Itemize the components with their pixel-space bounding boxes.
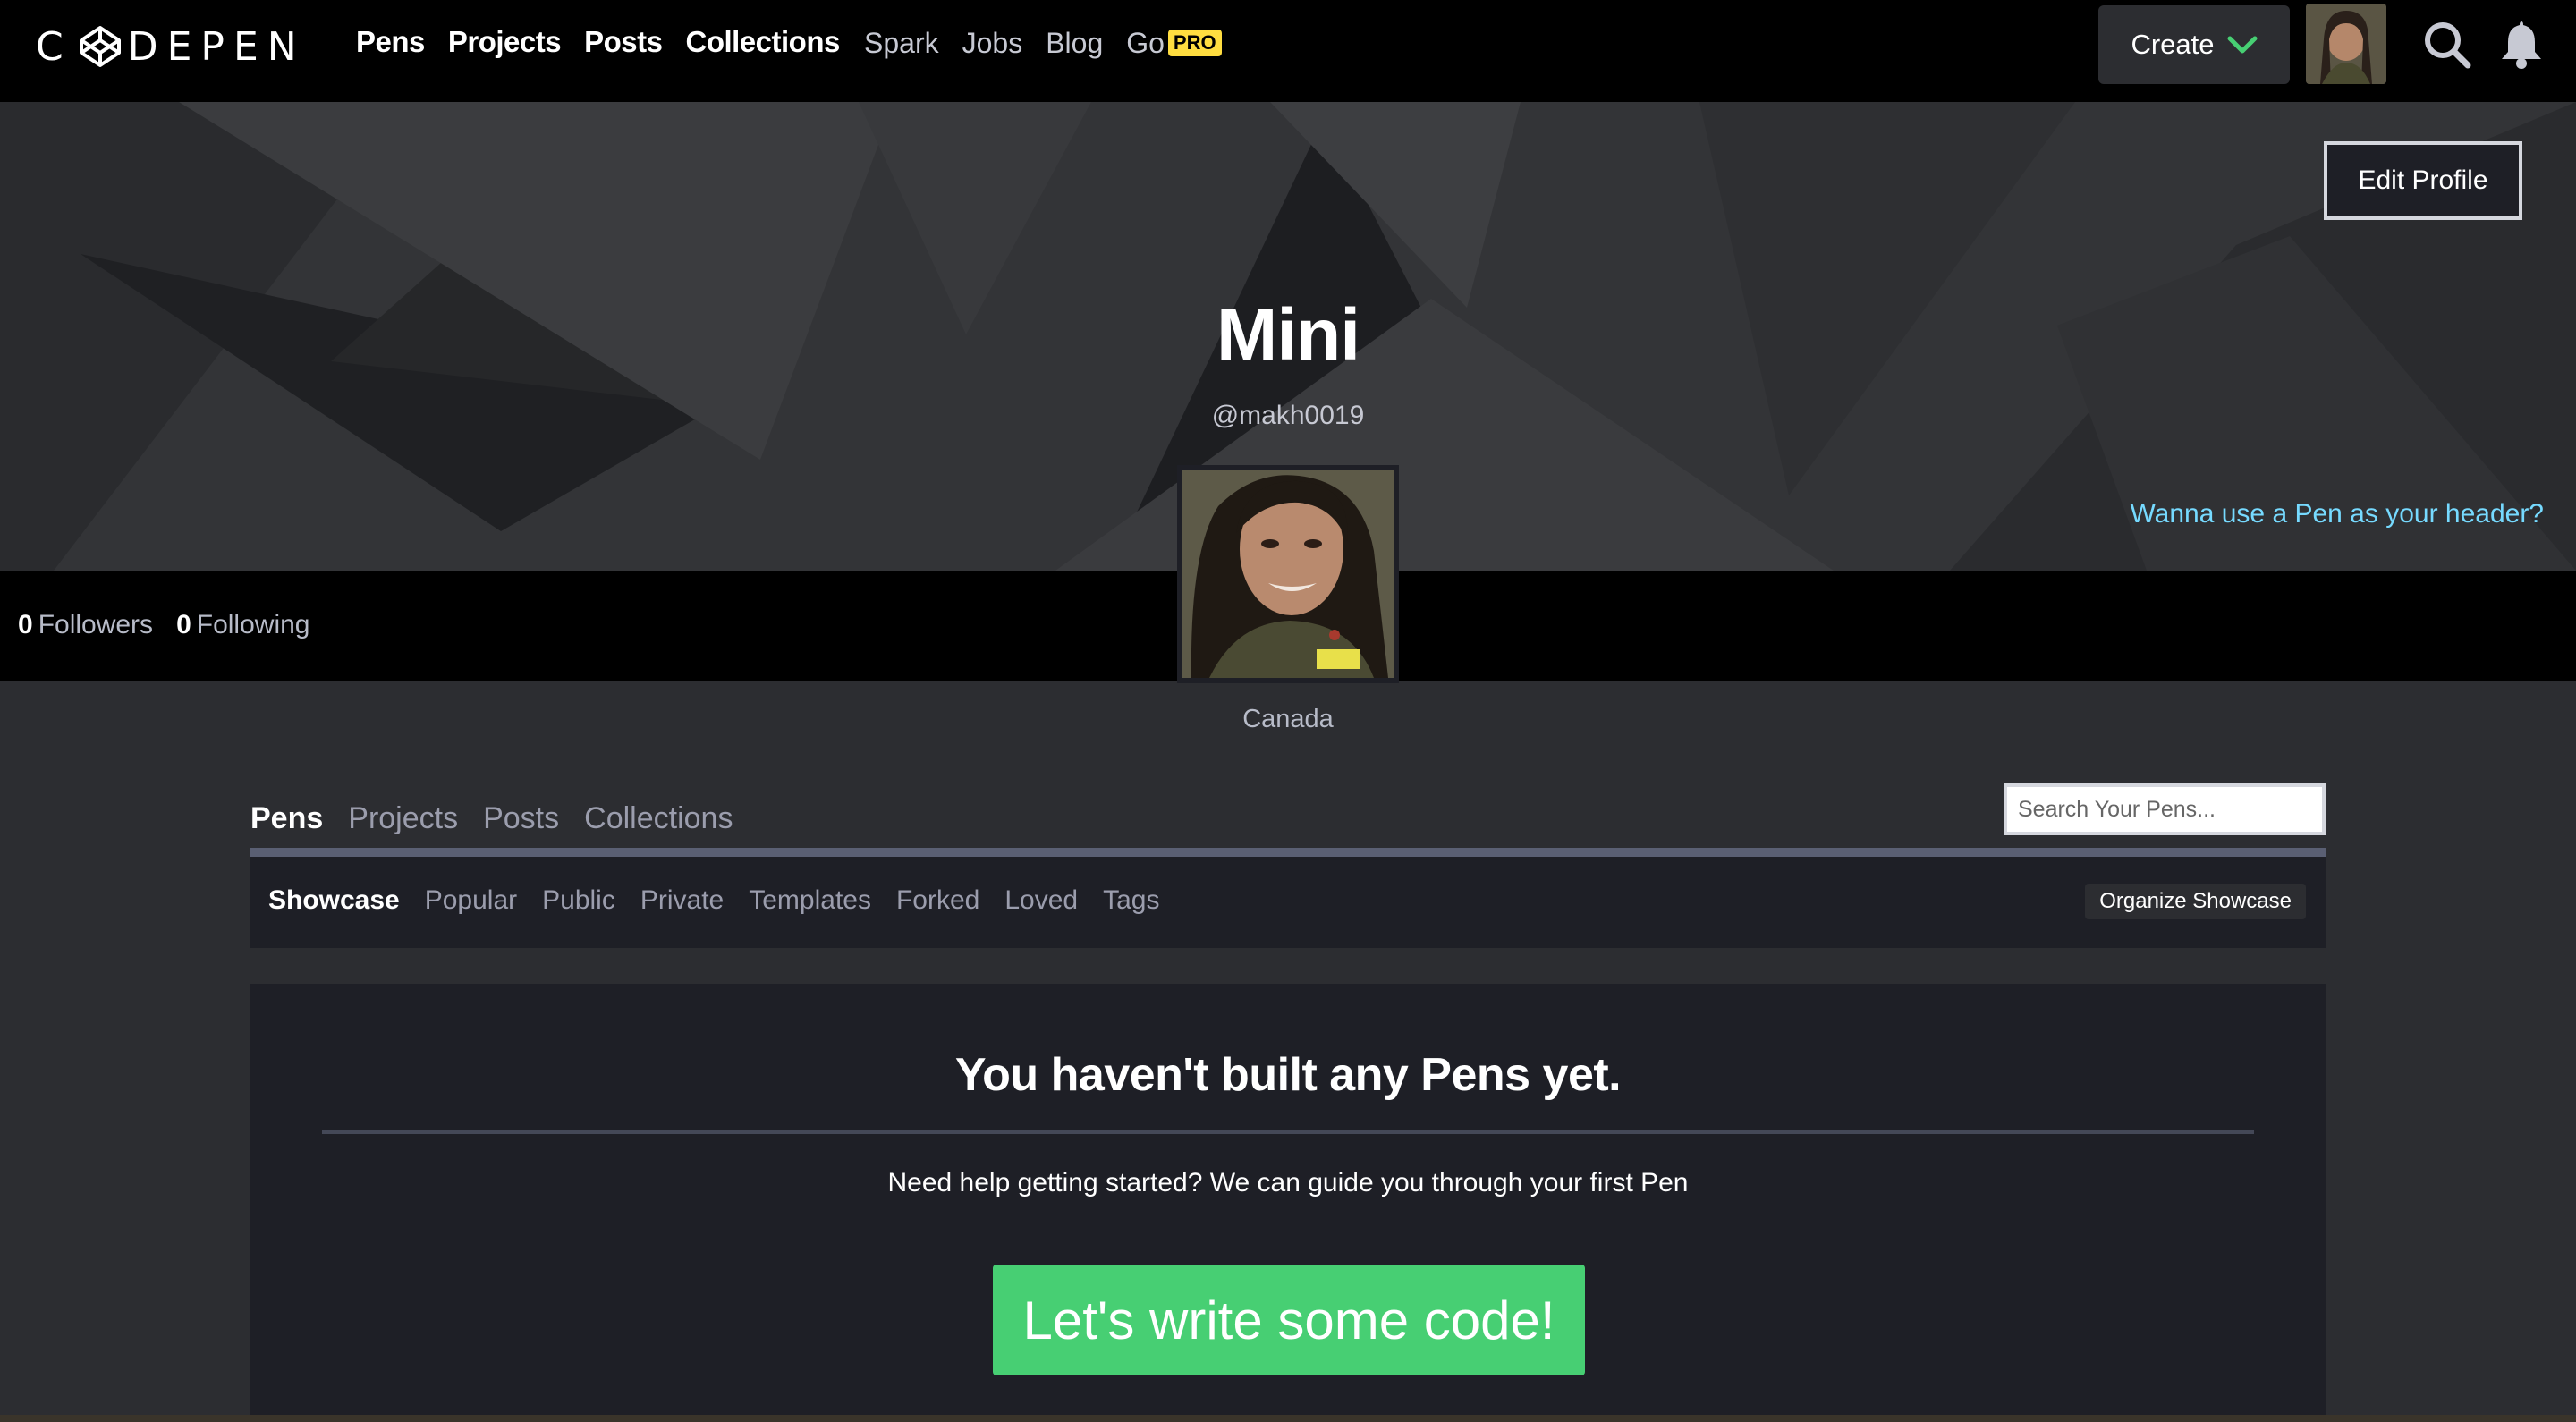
following-link[interactable]: 0 Following (176, 610, 309, 640)
create-button[interactable]: Create (2098, 5, 2290, 84)
following-label: Following (196, 610, 310, 639)
pen-header-link[interactable]: Wanna use a Pen as your header? (2130, 499, 2544, 529)
profile-name: Mini (1216, 294, 1360, 376)
organize-showcase-button[interactable]: Organize Showcase (2085, 884, 2306, 919)
empty-state-panel: You haven't built any Pens yet. Need hel… (250, 984, 2326, 1422)
tab-posts[interactable]: Posts (483, 801, 559, 836)
tab-collections[interactable]: Collections (584, 801, 733, 836)
subtab-loved[interactable]: Loved (1004, 885, 1078, 916)
primary-nav: Pens Projects Posts Collections (356, 25, 840, 59)
nav-posts[interactable]: Posts (584, 25, 663, 59)
create-label: Create (2131, 29, 2215, 60)
profile-handle: @makh0019 (1211, 401, 1365, 430)
nav-spark[interactable]: Spark (864, 27, 939, 60)
following-count: 0 (176, 610, 191, 639)
page-bottom-edge (0, 1415, 2576, 1422)
edit-profile-button[interactable]: Edit Profile (2324, 141, 2522, 220)
subtab-templates[interactable]: Templates (749, 885, 871, 916)
tabs-divider (250, 848, 2326, 857)
empty-state-help: Need help getting started? We can guide … (887, 1168, 1689, 1198)
profile-location: Canada (1242, 705, 1334, 733)
subtab-showcase[interactable]: Showcase (268, 885, 400, 916)
tab-pens[interactable]: Pens (250, 801, 323, 836)
subtab-forked[interactable]: Forked (896, 885, 979, 916)
nav-go-label: Go (1126, 27, 1165, 59)
nav-projects[interactable]: Projects (448, 25, 562, 59)
nav-collections[interactable]: Collections (685, 25, 840, 59)
write-code-button[interactable]: Let's write some code! (993, 1265, 1585, 1375)
nav-blog[interactable]: Blog (1046, 27, 1103, 60)
content-tabs: Pens Projects Posts Collections (250, 801, 733, 836)
followers-link[interactable]: 0 Followers (18, 610, 153, 640)
tab-projects[interactable]: Projects (348, 801, 458, 836)
logo-prefix: C (36, 23, 72, 70)
profile-avatar (1177, 465, 1399, 683)
pro-badge: PRO (1167, 30, 1222, 56)
nav-pens[interactable]: Pens (356, 25, 425, 59)
chevron-down-icon (2227, 36, 2258, 54)
pens-filter-tabs: Showcase Popular Public Private Template… (268, 885, 1159, 916)
followers-label: Followers (38, 610, 154, 639)
avatar-photo (2306, 4, 2386, 84)
secondary-nav: Spark Jobs Blog Go PRO (864, 27, 1222, 60)
profile-photo (1182, 470, 1394, 678)
subtab-public[interactable]: Public (542, 885, 615, 916)
empty-state-divider (322, 1130, 2254, 1134)
search-pens-input[interactable] (2004, 783, 2326, 835)
subtab-popular[interactable]: Popular (425, 885, 517, 916)
logo-text: DEPEN (127, 23, 306, 70)
user-avatar-button[interactable] (2306, 4, 2386, 84)
pens-filter-bar: Showcase Popular Public Private Template… (250, 857, 2326, 948)
subtab-private[interactable]: Private (640, 885, 724, 916)
bell-icon[interactable] (2497, 18, 2546, 70)
search-icon[interactable] (2422, 20, 2472, 70)
followers-count: 0 (18, 610, 33, 639)
nav-go-pro[interactable]: Go PRO (1126, 27, 1222, 60)
subtab-tags[interactable]: Tags (1103, 885, 1159, 916)
codepen-cube-icon (79, 26, 121, 67)
nav-jobs[interactable]: Jobs (962, 27, 1023, 60)
empty-state-title: You haven't built any Pens yet. (954, 1049, 1622, 1101)
top-navigation: C DEPEN Pens Projects Posts Collections … (0, 0, 2576, 102)
codepen-logo[interactable]: C DEPEN (36, 20, 306, 73)
follow-stats: 0 Followers 0 Following (18, 610, 309, 640)
